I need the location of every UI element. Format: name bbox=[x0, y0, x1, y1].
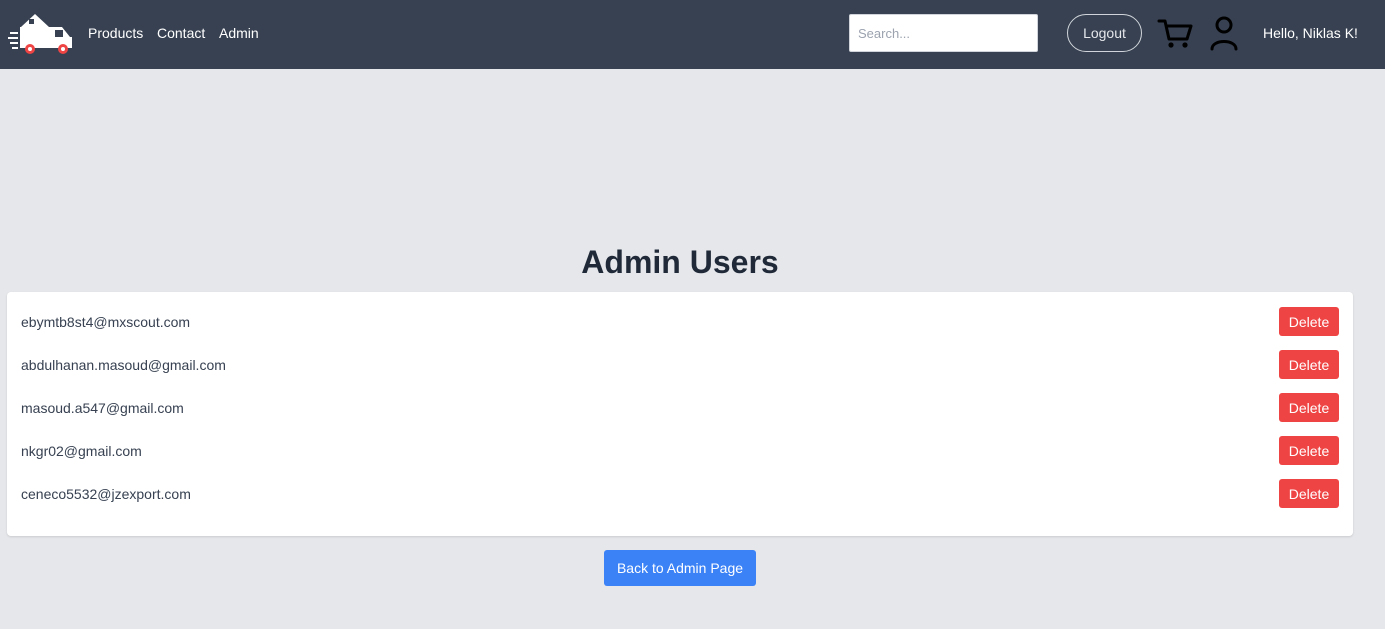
search-input[interactable] bbox=[849, 14, 1038, 52]
user-email: abdulhanan.masoud@gmail.com bbox=[21, 357, 226, 373]
list-item: masoud.a547@gmail.com Delete bbox=[7, 393, 1353, 423]
back-to-admin-button[interactable]: Back to Admin Page bbox=[604, 550, 756, 586]
admin-users-list: ebymtb8st4@mxscout.com Delete abdulhanan… bbox=[7, 292, 1353, 536]
nav-link-products[interactable]: Products bbox=[88, 24, 143, 42]
page-title: Admin Users bbox=[581, 244, 779, 280]
user-profile-icon[interactable] bbox=[1209, 15, 1239, 51]
user-email: masoud.a547@gmail.com bbox=[21, 400, 184, 416]
list-item: ceneco5532@jzexport.com Delete bbox=[7, 479, 1353, 509]
nav-link-contact[interactable]: Contact bbox=[157, 24, 205, 42]
nav-link-admin[interactable]: Admin bbox=[219, 24, 259, 42]
list-item: nkgr02@gmail.com Delete bbox=[7, 436, 1353, 466]
list-item: ebymtb8st4@mxscout.com Delete bbox=[7, 307, 1353, 337]
delete-user-button[interactable]: Delete bbox=[1279, 307, 1339, 336]
user-email: ceneco5532@jzexport.com bbox=[21, 486, 191, 502]
delete-user-button[interactable]: Delete bbox=[1279, 436, 1339, 465]
user-email: nkgr02@gmail.com bbox=[21, 443, 142, 459]
list-item: abdulhanan.masoud@gmail.com Delete bbox=[7, 350, 1353, 380]
delete-user-button[interactable]: Delete bbox=[1279, 479, 1339, 508]
delete-user-button[interactable]: Delete bbox=[1279, 350, 1339, 379]
delete-user-button[interactable]: Delete bbox=[1279, 393, 1339, 422]
user-greeting: Hello, Niklas K! bbox=[1263, 25, 1358, 41]
delivery-truck-logo-icon[interactable] bbox=[8, 10, 76, 56]
logout-button[interactable]: Logout bbox=[1067, 14, 1142, 52]
user-email: ebymtb8st4@mxscout.com bbox=[21, 314, 191, 330]
shopping-cart-icon[interactable] bbox=[1157, 15, 1193, 51]
top-navbar: Products Contact Admin Logout Hello, Nik… bbox=[0, 0, 1385, 69]
